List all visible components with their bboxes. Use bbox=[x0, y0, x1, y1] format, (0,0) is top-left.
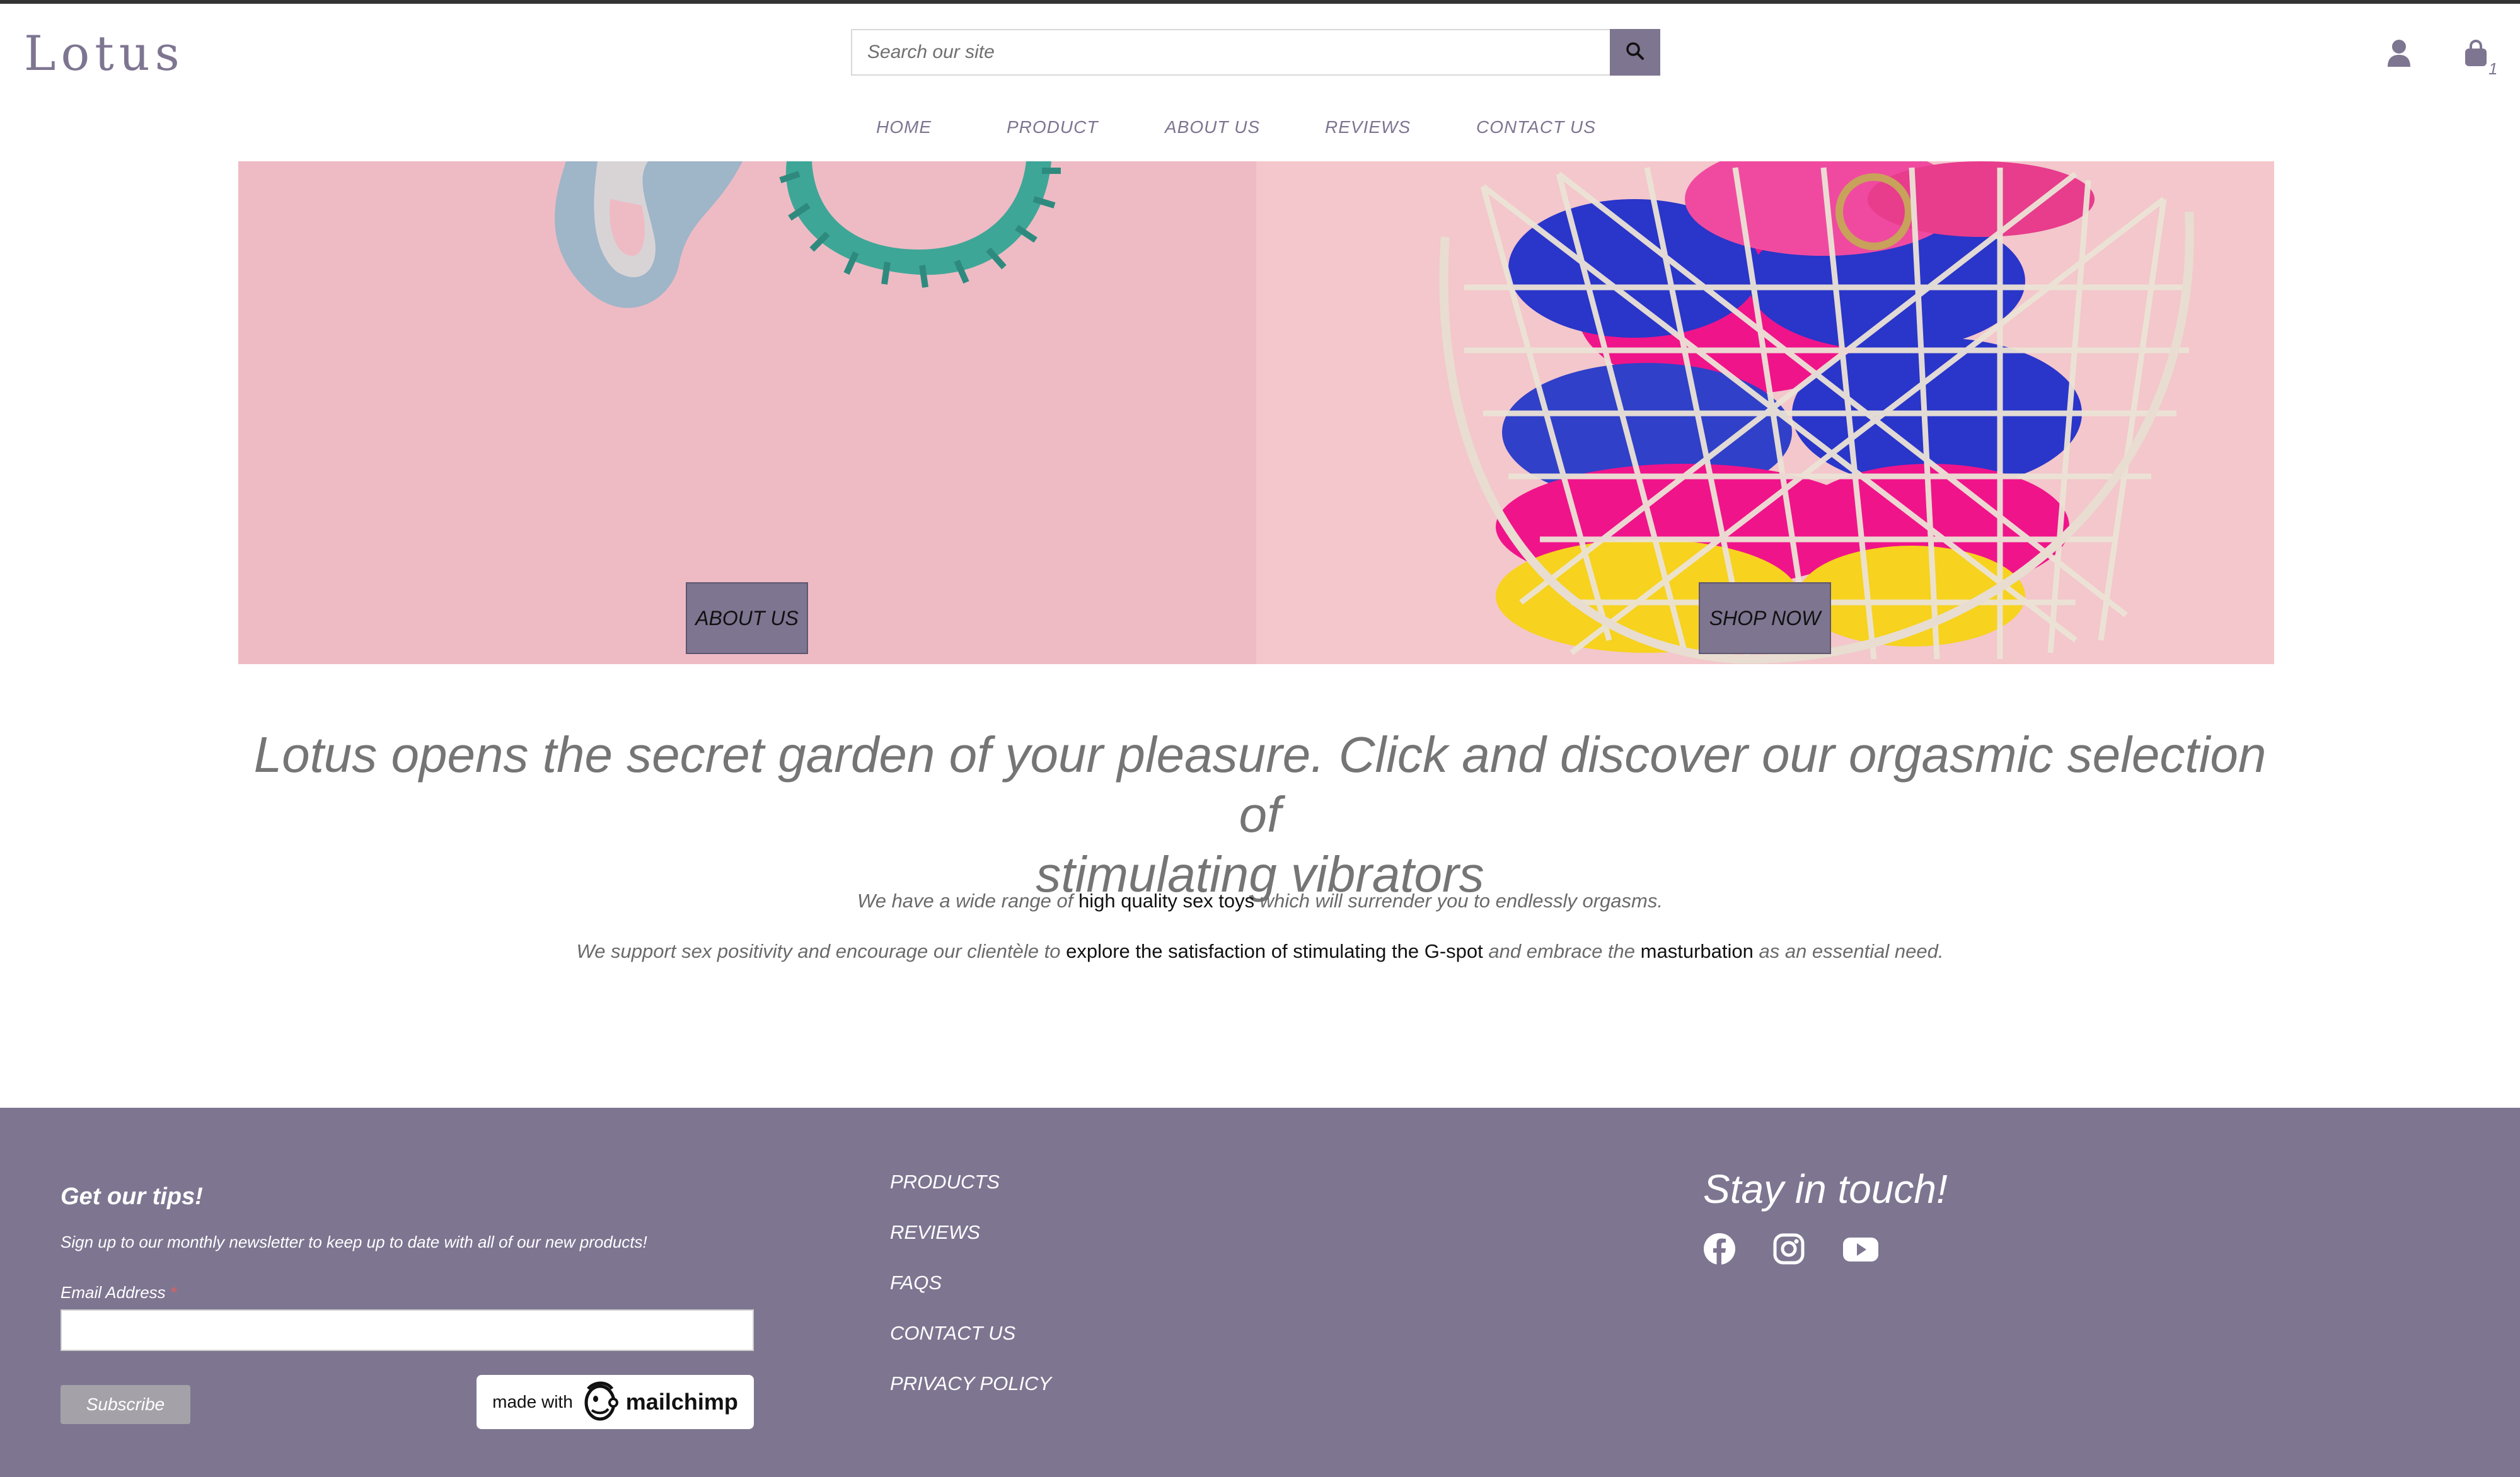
main-nav: HOME PRODUCT ABOUT US REVIEWS CONTACT US bbox=[0, 117, 2520, 142]
nav-about-us[interactable]: ABOUT US bbox=[1165, 117, 1260, 137]
mailchimp-logo-icon bbox=[582, 1380, 618, 1425]
intro-paragraph-1: We have a wide range of high quality sex… bbox=[0, 890, 2520, 912]
p2-text-c: as an essential need. bbox=[1753, 940, 1944, 962]
p2-text-a: We support sex positivity and encourage … bbox=[576, 940, 1066, 962]
cart-icon[interactable] bbox=[2463, 39, 2488, 71]
nav-contact-us[interactable]: CONTACT US bbox=[1476, 117, 1596, 137]
subscribe-button[interactable]: Subscribe bbox=[61, 1385, 190, 1424]
instagram-icon[interactable] bbox=[1772, 1233, 1805, 1268]
email-label-text: Email Address bbox=[61, 1283, 166, 1302]
hero-image-right[interactable]: SHOP NOW bbox=[1256, 161, 2274, 664]
site-logo[interactable]: Lotus bbox=[24, 25, 185, 81]
youtube-icon[interactable] bbox=[1842, 1233, 1880, 1268]
footer-link-contact-us[interactable]: CONTACT US bbox=[890, 1322, 1051, 1372]
shop-now-button[interactable]: SHOP NOW bbox=[1699, 582, 1831, 654]
stay-in-touch-title: Stay in touch! bbox=[1703, 1166, 1948, 1212]
footer-link-faqs[interactable]: FAQS bbox=[890, 1272, 1051, 1322]
intro-paragraph-2: We support sex positivity and encourage … bbox=[0, 940, 2520, 963]
page-headline: Lotus opens the secret garden of your pl… bbox=[252, 725, 2268, 904]
search-button[interactable] bbox=[1610, 29, 1660, 76]
newsletter-title: Get our tips! bbox=[61, 1183, 203, 1210]
newsletter-subtitle: Sign up to our monthly newsletter to kee… bbox=[61, 1233, 647, 1251]
email-label: Email Address * bbox=[61, 1283, 176, 1302]
link-g-spot[interactable]: explore the satisfaction of stimulating … bbox=[1066, 940, 1483, 962]
p2-text-b: and embrace the bbox=[1483, 940, 1641, 962]
hero-banner: ABOUT US SHOP NOW bbox=[238, 161, 2274, 664]
footer-link-privacy-policy[interactable]: PRIVACY POLICY bbox=[890, 1372, 1051, 1423]
search-icon bbox=[1625, 41, 1645, 64]
headline-line-1: Lotus opens the secret garden of your pl… bbox=[253, 727, 2267, 842]
nav-home[interactable]: HOME bbox=[876, 117, 932, 137]
p1-text-b: which will surrender you to endlessly or… bbox=[1254, 890, 1663, 912]
search-bar bbox=[851, 29, 1660, 78]
footer-link-reviews[interactable]: REVIEWS bbox=[890, 1221, 1051, 1272]
footer-links: PRODUCTS REVIEWS FAQS CONTACT US PRIVACY… bbox=[890, 1171, 1051, 1423]
mailchimp-wordmark: mailchimp bbox=[625, 1389, 738, 1415]
mailchimp-badge[interactable]: made with mailchimp bbox=[477, 1375, 754, 1429]
nav-product[interactable]: PRODUCT bbox=[1007, 117, 1098, 137]
top-border bbox=[0, 0, 2520, 4]
email-field[interactable] bbox=[61, 1309, 754, 1351]
about-us-button[interactable]: ABOUT US bbox=[686, 582, 808, 654]
link-masturbation[interactable]: masturbation bbox=[1641, 940, 1754, 962]
hero-image-left[interactable]: ABOUT US bbox=[238, 161, 1256, 664]
cart-count-badge: 1 bbox=[2488, 59, 2498, 78]
made-with-text: made with bbox=[492, 1392, 573, 1411]
facebook-icon[interactable] bbox=[1703, 1233, 1736, 1268]
required-asterisk: * bbox=[170, 1283, 177, 1302]
account-icon[interactable] bbox=[2386, 39, 2412, 71]
footer-link-products[interactable]: PRODUCTS bbox=[890, 1171, 1051, 1221]
nav-reviews[interactable]: REVIEWS bbox=[1325, 117, 1411, 137]
site-footer: Get our tips! Sign up to our monthly new… bbox=[0, 1108, 2520, 1477]
search-input[interactable] bbox=[851, 29, 1610, 76]
p1-text-a: We have a wide range of bbox=[857, 890, 1078, 912]
link-high-quality-sex-toys[interactable]: high quality sex toys bbox=[1078, 890, 1254, 912]
